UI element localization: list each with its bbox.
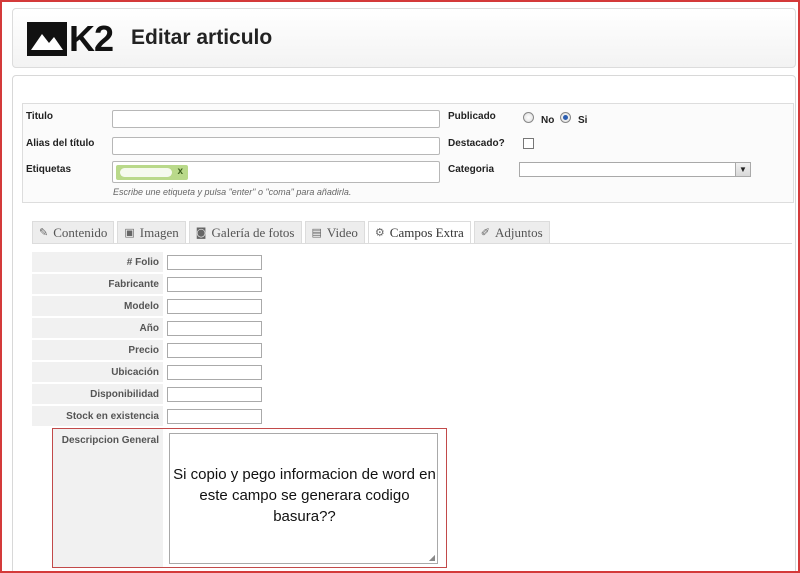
- publicado-si-radio[interactable]: [560, 112, 571, 123]
- descripcion-textarea[interactable]: Si copio y pego informacion de word en e…: [169, 433, 438, 564]
- tag-chip[interactable]: x: [116, 165, 188, 180]
- extra-field-row: Ubicación: [32, 362, 792, 383]
- descripcion-row: Descripcion General Si copio y pego info…: [52, 428, 447, 568]
- field-label: # Folio: [32, 252, 163, 273]
- etiquetas-label: Etiquetas: [26, 164, 72, 175]
- tab-label: Adjuntos: [495, 224, 543, 240]
- tab-video[interactable]: ▤ Video: [304, 221, 365, 243]
- field-label: Stock en existencia: [32, 406, 163, 427]
- destacado-checkbox[interactable]: [523, 138, 534, 149]
- categoria-select[interactable]: ▼: [519, 162, 751, 177]
- tab-contenido[interactable]: ✎ Contenido: [32, 221, 115, 243]
- publicado-label: Publicado: [448, 111, 496, 122]
- logo-text: K2: [69, 18, 114, 59]
- page-header: K2 Editar articulo: [12, 8, 796, 68]
- field-label: Año: [32, 318, 163, 339]
- tab-adjuntos[interactable]: ✐ Adjuntos: [473, 221, 550, 243]
- extra-field-row: Fabricante: [32, 274, 792, 295]
- chevron-down-icon[interactable]: ▼: [735, 163, 750, 176]
- tab-label: Campos Extra: [389, 224, 464, 240]
- mountain-icon: [27, 22, 67, 56]
- extra-field-row: Disponibilidad: [32, 384, 792, 405]
- k2-logo: K2: [27, 18, 114, 59]
- extra-field-row: Stock en existencia: [32, 406, 792, 427]
- tags-input[interactable]: x: [112, 161, 440, 183]
- tags-hint: Escribe une etiqueta y pulsa "enter" o "…: [113, 187, 352, 197]
- resize-handle-icon[interactable]: ◢: [429, 553, 435, 562]
- fabricante-input[interactable]: [167, 277, 262, 292]
- extra-field-row: Año: [32, 318, 792, 339]
- field-label: Disponibilidad: [32, 384, 163, 405]
- paperclip-icon: ✐: [480, 226, 491, 239]
- tab-campos-extra[interactable]: ⚙ Campos Extra: [367, 221, 471, 243]
- tab-galeria[interactable]: ◙ Galería de fotos: [188, 221, 302, 243]
- ano-input[interactable]: [167, 321, 262, 336]
- titulo-label: Titulo: [26, 111, 54, 122]
- tab-label: Imagen: [139, 224, 179, 240]
- item-tabs: ✎ Contenido ▣ Imagen ◙ Galería de fotos …: [32, 221, 553, 243]
- tab-label: Video: [326, 224, 358, 240]
- precio-input[interactable]: [167, 343, 262, 358]
- wrench-icon: ⚙: [374, 226, 385, 239]
- stock-input[interactable]: [167, 409, 262, 424]
- field-label: Modelo: [32, 296, 163, 317]
- titulo-input[interactable]: [112, 110, 440, 128]
- folio-input[interactable]: [167, 255, 262, 270]
- extra-field-row: # Folio: [32, 252, 792, 273]
- publicado-si-label: Si: [578, 115, 588, 126]
- modelo-input[interactable]: [167, 299, 262, 314]
- publicado-no-label: No: [541, 115, 555, 126]
- image-icon: ▣: [124, 226, 135, 239]
- alias-label: Alias del título: [26, 138, 95, 149]
- disponibilidad-input[interactable]: [167, 387, 262, 402]
- extra-field-row: Modelo: [32, 296, 792, 317]
- film-icon: ▤: [311, 226, 322, 239]
- tab-label: Contenido: [53, 224, 108, 240]
- field-label: Descripcion General: [53, 429, 163, 567]
- tag-text-redacted: [120, 168, 172, 177]
- ubicacion-input[interactable]: [167, 365, 262, 380]
- descripcion-text: Si copio y pego informacion de word en e…: [173, 466, 436, 525]
- tab-label: Galería de fotos: [211, 224, 295, 240]
- tag-remove-icon[interactable]: x: [177, 166, 183, 177]
- field-label: Precio: [32, 340, 163, 361]
- edit-icon: ✎: [39, 226, 49, 239]
- field-label: Ubicación: [32, 362, 163, 383]
- field-label: Fabricante: [32, 274, 163, 295]
- camera-icon: ◙: [195, 226, 207, 239]
- categoria-label: Categoria: [448, 164, 495, 175]
- publicado-no-radio[interactable]: [523, 112, 534, 123]
- page-title: Editar articulo: [131, 26, 273, 49]
- alias-input[interactable]: [112, 137, 440, 155]
- extra-field-row: Precio: [32, 340, 792, 361]
- tab-imagen[interactable]: ▣ Imagen: [117, 221, 186, 243]
- destacado-label: Destacado?: [448, 138, 505, 149]
